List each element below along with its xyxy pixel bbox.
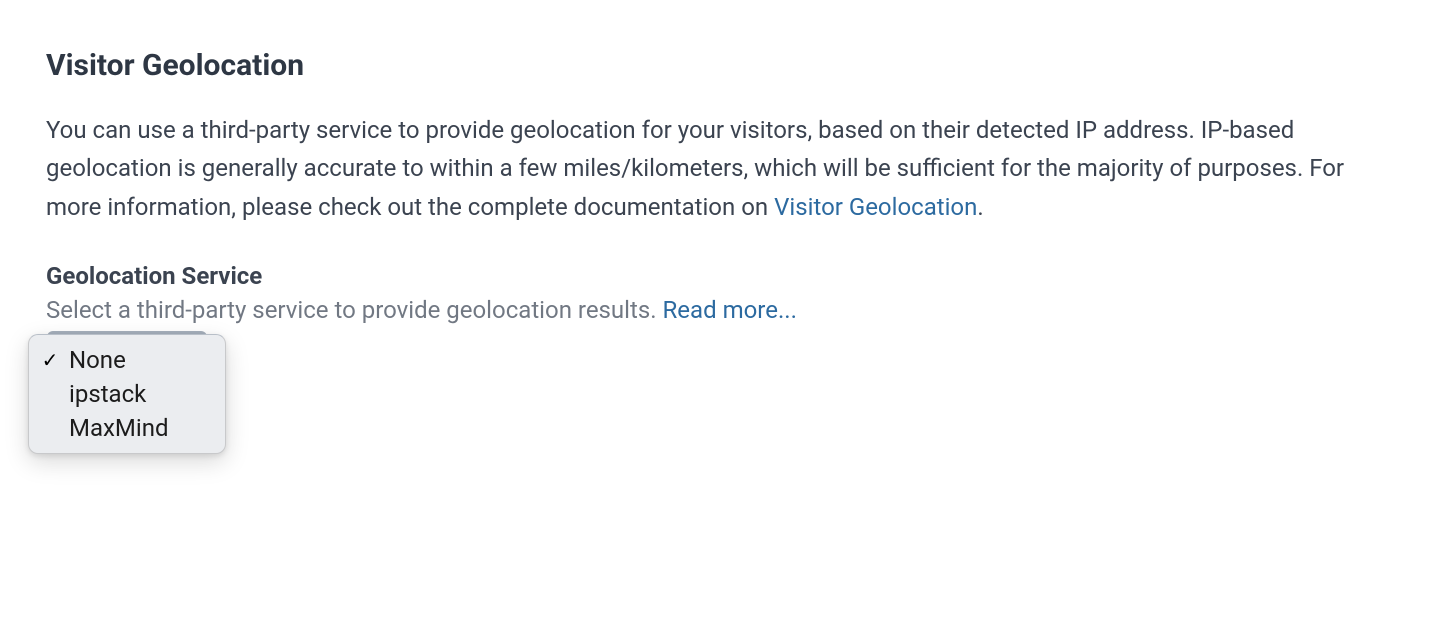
dropdown-option-label: MaxMind (69, 414, 169, 442)
dropdown-option-ipstack[interactable]: ipstack (29, 377, 225, 411)
dropdown-option-maxmind[interactable]: MaxMind (29, 411, 225, 445)
dropdown-option-label: None (69, 346, 126, 374)
geolocation-service-select[interactable]: ✓ None ipstack MaxMind (28, 334, 226, 454)
description-text-pre: You can use a third-party service to pro… (46, 116, 1344, 221)
field-help-text: Select a third-party service to provide … (46, 296, 663, 324)
checkmark-icon: ✓ (39, 348, 61, 372)
geolocation-service-label: Geolocation Service (46, 262, 1388, 290)
geolocation-service-help: Select a third-party service to provide … (46, 296, 1388, 324)
dropdown-option-none[interactable]: ✓ None (29, 343, 225, 377)
dropdown-menu[interactable]: ✓ None ipstack MaxMind (28, 334, 226, 454)
section-description: You can use a third-party service to pro… (46, 111, 1366, 226)
section-title: Visitor Geolocation (46, 48, 1388, 83)
visitor-geolocation-doc-link[interactable]: Visitor Geolocation (774, 193, 977, 221)
read-more-link[interactable]: Read more... (663, 296, 797, 324)
dropdown-option-label: ipstack (69, 380, 146, 408)
description-text-post: . (977, 193, 983, 221)
